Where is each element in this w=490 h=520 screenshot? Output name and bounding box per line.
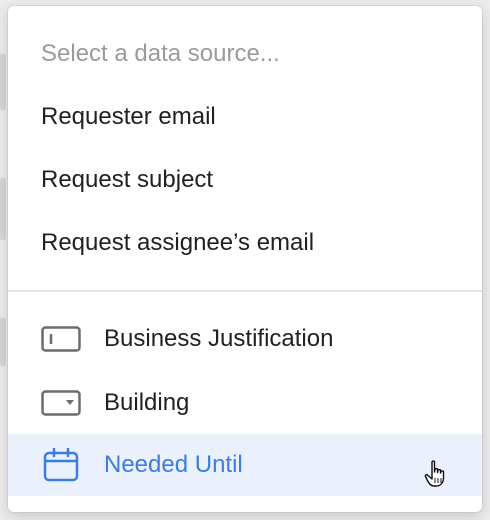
- background-field-edge: [0, 178, 6, 240]
- option-request-subject[interactable]: Request subject: [8, 149, 482, 211]
- field-option-label: Business Justification: [104, 325, 334, 352]
- field-option-needed-until[interactable]: Needed Until: [8, 434, 482, 496]
- hand-pointer-cursor-icon: [424, 460, 448, 488]
- option-label: Request subject: [41, 166, 214, 193]
- option-requester-email[interactable]: Requester email: [8, 86, 482, 148]
- field-option-building[interactable]: Building: [8, 372, 482, 434]
- option-label: Requester email: [41, 103, 216, 130]
- dropdown-field-icon: [41, 388, 81, 418]
- option-request-assignee-email[interactable]: Request assignee’s email: [8, 212, 482, 274]
- section-divider: [8, 290, 482, 292]
- field-option-business-justification[interactable]: Business Justification: [8, 308, 482, 370]
- dropdown-placeholder: Select a data source...: [41, 40, 280, 67]
- field-option-label: Building: [104, 389, 190, 416]
- background-field-edge: [0, 54, 6, 110]
- app-stage: Select a data source... Requester email …: [0, 0, 490, 520]
- field-option-label: Needed Until: [104, 451, 243, 478]
- background-field-edge: [0, 318, 6, 366]
- data-source-dropdown: Select a data source... Requester email …: [8, 6, 482, 512]
- option-label: Request assignee’s email: [41, 229, 315, 256]
- text-field-icon: [41, 324, 81, 354]
- calendar-icon: [41, 448, 81, 482]
